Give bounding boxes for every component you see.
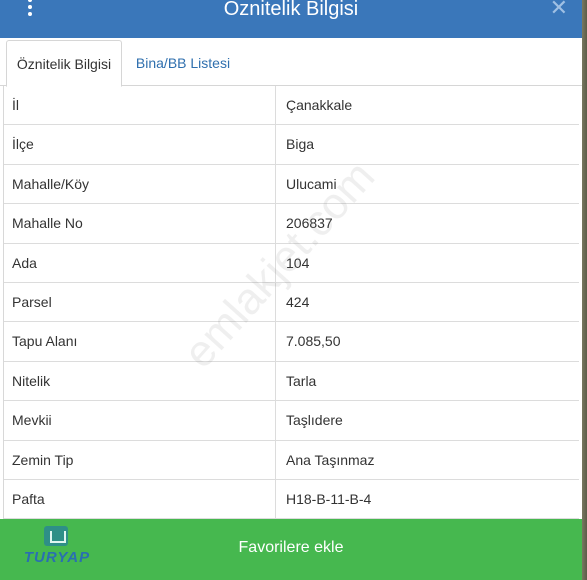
column-divider — [275, 322, 276, 361]
row-label: Ada — [12, 254, 37, 271]
row-value: 7.085,50 — [286, 333, 341, 350]
table-row: Pafta H18-B-11-B-4 — [4, 479, 579, 520]
row-label: İl — [12, 97, 19, 113]
row-value: 104 — [286, 254, 310, 271]
column-divider — [275, 479, 276, 519]
row-value: 206837 — [286, 215, 333, 232]
table-row: Zemin Tip Ana Taşınmaz — [4, 440, 579, 480]
dialog-title: Öznitelik Bilgisi — [223, 0, 359, 20]
turyap-logo-icon: TURYAP — [16, 523, 98, 569]
row-value: H18-B-11-B-4 — [286, 490, 372, 507]
tab-building-list[interactable]: Bina/BB Listesi — [124, 40, 242, 87]
dialog-header: Öznitelik Bilgisi ✕ — [0, 0, 582, 38]
column-divider — [275, 164, 276, 204]
row-label: Mahalle No — [12, 215, 83, 232]
column-divider — [275, 86, 276, 125]
row-value: Taşlıdere — [286, 412, 343, 429]
table-row: Nitelik Tarla — [4, 361, 579, 402]
column-divider — [275, 361, 276, 401]
tab-bar: Öznitelik Bilgisi Bina/BB Listesi — [0, 38, 582, 87]
column-divider — [275, 440, 276, 479]
table-row: Tapu Alanı 7.085,50 — [4, 322, 579, 362]
column-divider — [275, 282, 276, 322]
table-row: Mahalle No 206837 — [4, 204, 579, 244]
table-row: Parsel 424 — [4, 282, 579, 323]
row-label: Tapu Alanı — [12, 333, 78, 350]
row-label: Mahalle/Köy — [12, 175, 90, 192]
row-value: 424 — [286, 293, 310, 310]
column-divider — [275, 243, 276, 282]
row-value: Biga — [286, 136, 315, 153]
row-value: Çanakkale — [286, 97, 353, 113]
row-value: Ana Taşınmaz — [286, 451, 375, 468]
attribute-table: İl Çanakkale İlçe Biga Mahalle/Köy Uluca… — [3, 86, 579, 520]
close-icon[interactable]: ✕ — [550, 0, 568, 20]
attribute-dialog: Öznitelik Bilgisi ✕ Öznitelik Bilgisi Bi… — [0, 0, 582, 580]
tab-attribute-info[interactable]: Öznitelik Bilgisi — [6, 40, 122, 87]
row-label: Nitelik — [12, 372, 51, 389]
row-value: Ulucami — [286, 175, 337, 192]
row-label: Zemin Tip — [12, 451, 74, 468]
column-divider — [275, 401, 276, 440]
row-label: Parsel — [12, 293, 52, 310]
table-row: Mahalle/Köy Ulucami — [4, 164, 579, 205]
row-value: Tarla — [286, 372, 317, 389]
table-row: Ada 104 — [4, 243, 579, 283]
table-row: İl Çanakkale — [4, 86, 579, 126]
logo-mark — [44, 526, 68, 546]
table-row: İlçe Biga — [4, 125, 579, 165]
table-row: Mevkii Taşlıdere — [4, 401, 579, 441]
row-label: Pafta — [12, 490, 45, 507]
row-label: Mevkii — [12, 412, 52, 429]
logo-text: TURYAP — [23, 549, 91, 566]
column-divider — [275, 125, 276, 164]
column-divider — [275, 204, 276, 243]
row-label: İlçe — [12, 136, 34, 153]
